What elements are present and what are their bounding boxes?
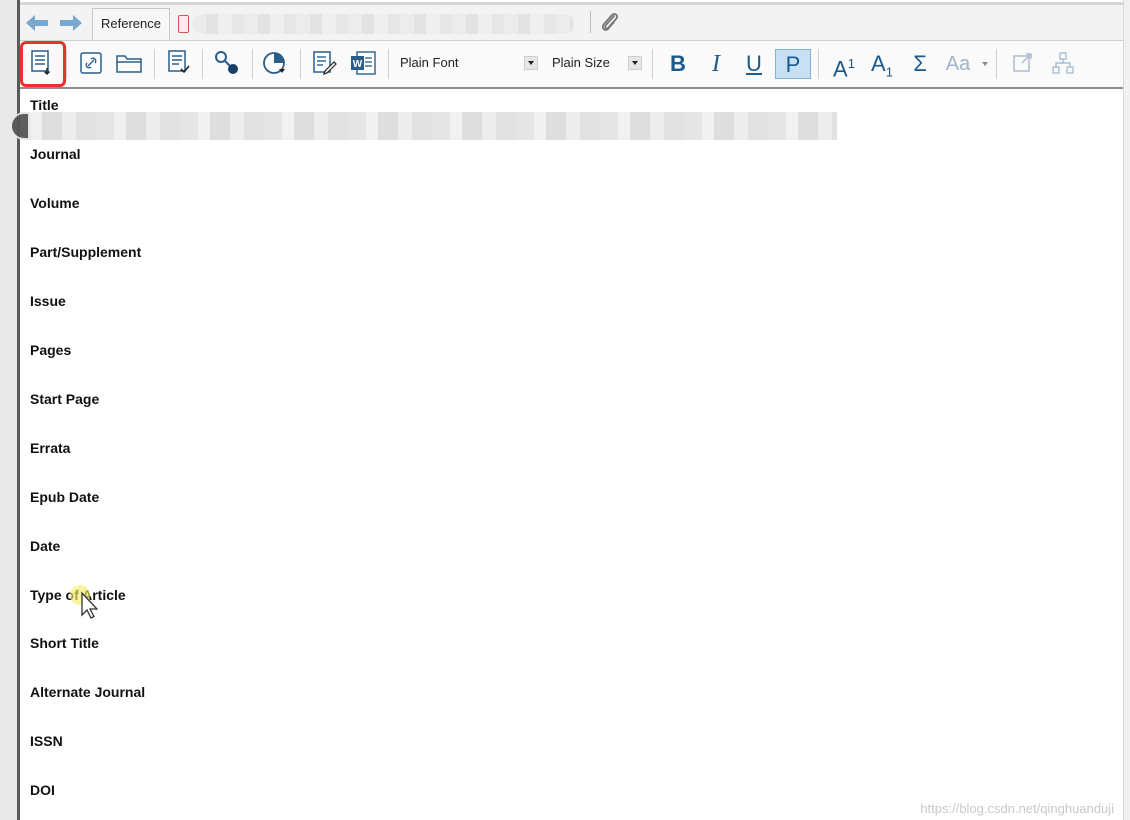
plain-text-button[interactable]: P bbox=[775, 49, 811, 79]
link-icon[interactable] bbox=[76, 48, 106, 78]
font-dropdown[interactable]: Plain Font bbox=[394, 52, 550, 74]
tab-reference[interactable]: Reference bbox=[92, 8, 170, 40]
window-right-frame bbox=[1123, 0, 1130, 820]
folder-icon[interactable] bbox=[114, 48, 144, 78]
size-dropdown[interactable]: Plain Size bbox=[546, 52, 654, 74]
bold-button[interactable]: B bbox=[660, 49, 696, 79]
underline-button[interactable]: U bbox=[736, 49, 772, 79]
field-label-journal[interactable]: Journal bbox=[30, 146, 81, 162]
expand-window-icon[interactable] bbox=[1008, 48, 1038, 78]
tab-pdf-attachment[interactable] bbox=[176, 8, 576, 39]
pie-chart-icon[interactable] bbox=[260, 48, 290, 78]
find-full-text-icon[interactable] bbox=[212, 48, 242, 78]
svg-text:W: W bbox=[353, 59, 363, 70]
edit-document-icon[interactable] bbox=[310, 48, 340, 78]
hierarchy-icon[interactable] bbox=[1048, 48, 1078, 78]
italic-button[interactable]: I bbox=[698, 49, 734, 79]
case-dropdown-arrow[interactable] bbox=[982, 62, 988, 66]
size-dropdown-value: Plain Size bbox=[552, 55, 610, 70]
redacted-title-value[interactable] bbox=[12, 112, 837, 140]
field-label-part-supplement[interactable]: Part/Supplement bbox=[30, 244, 141, 260]
field-label-issn[interactable]: ISSN bbox=[30, 733, 63, 749]
field-label-errata[interactable]: Errata bbox=[30, 440, 70, 456]
reference-fields-panel: Title Journal Volume Part/Supplement Iss… bbox=[12, 89, 1124, 820]
redacted-pdf-name bbox=[192, 14, 574, 34]
document-check-icon[interactable] bbox=[164, 48, 194, 78]
reference-editor-window: Reference W Plain Font Plain Size B I U … bbox=[0, 0, 1130, 820]
subscript-button[interactable]: A1 bbox=[862, 49, 902, 79]
field-label-date[interactable]: Date bbox=[30, 538, 60, 554]
formatting-toolbar: W Plain Font Plain Size B I U P A1 A1 Σ … bbox=[20, 41, 1124, 89]
forward-arrow-icon[interactable] bbox=[58, 13, 84, 33]
pdf-icon bbox=[178, 15, 189, 33]
field-label-issue[interactable]: Issue bbox=[30, 293, 66, 309]
field-label-volume[interactable]: Volume bbox=[30, 195, 80, 211]
field-label-title[interactable]: Title bbox=[30, 97, 59, 113]
superscript-button[interactable]: A1 bbox=[824, 49, 864, 81]
symbol-button[interactable]: Σ bbox=[902, 49, 938, 79]
back-arrow-icon[interactable] bbox=[24, 13, 50, 33]
field-label-epub-date[interactable]: Epub Date bbox=[30, 489, 99, 505]
watermark-text: https://blog.csdn.net/qinghuanduji bbox=[920, 801, 1114, 816]
chevron-down-icon[interactable] bbox=[524, 56, 538, 70]
chevron-down-icon[interactable] bbox=[628, 56, 642, 70]
word-document-icon[interactable]: W bbox=[348, 48, 378, 78]
change-case-button[interactable]: Aa bbox=[940, 49, 976, 79]
highlight-annotation bbox=[20, 41, 66, 87]
font-dropdown-value: Plain Font bbox=[400, 55, 459, 70]
show-empty-fields-button[interactable] bbox=[20, 41, 66, 87]
tab-bar: Reference bbox=[20, 2, 1124, 41]
field-label-start-page[interactable]: Start Page bbox=[30, 391, 99, 407]
mouse-cursor-icon bbox=[68, 585, 99, 621]
field-label-pages[interactable]: Pages bbox=[30, 342, 71, 358]
paperclip-icon[interactable] bbox=[598, 10, 622, 34]
field-label-alternate-journal[interactable]: Alternate Journal bbox=[30, 684, 145, 700]
field-label-short-title[interactable]: Short Title bbox=[30, 635, 99, 651]
field-label-doi[interactable]: DOI bbox=[30, 782, 55, 798]
